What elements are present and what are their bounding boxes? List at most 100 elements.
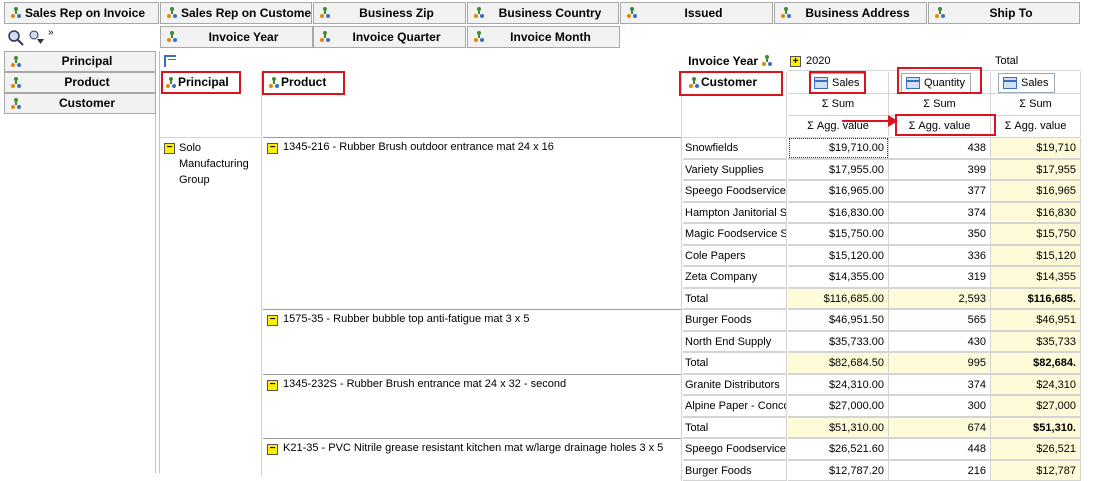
principal-cell: −Solo Manufacturing Group — [160, 137, 262, 477]
quantity-value-cell[interactable]: 377 — [889, 180, 991, 202]
subtotal-sales-cell[interactable]: $82,684.50 — [788, 352, 889, 374]
quantity-value-cell[interactable]: 350 — [889, 223, 991, 245]
subtotal-quantity-cell[interactable]: 674 — [889, 417, 991, 439]
field-icon — [11, 97, 21, 111]
row-header-product[interactable]: Product — [263, 72, 682, 136]
customer-cell[interactable]: Variety Supplies — [683, 159, 787, 181]
quantity-value-cell[interactable]: 300 — [889, 395, 991, 417]
grand-total-cell[interactable]: $16,830 — [991, 202, 1081, 224]
row-field-button[interactable]: Principal — [4, 51, 156, 72]
filter-field-button[interactable]: Business Address — [774, 2, 927, 24]
column-field-header-invoice-year[interactable]: Invoice Year — [660, 52, 786, 71]
grand-total-cell[interactable]: $15,750 — [991, 223, 1081, 245]
measure-button[interactable]: Sales — [998, 73, 1055, 93]
collapse-minus-icon[interactable]: − — [164, 143, 175, 154]
sales-value-cell[interactable]: $17,955.00 — [788, 159, 889, 181]
filter-field-button[interactable]: Ship To — [928, 2, 1080, 24]
subtotal-quantity-cell[interactable]: 2,593 — [889, 288, 991, 310]
grand-total-cell[interactable]: $46,951 — [991, 309, 1081, 331]
field-chooser-icon[interactable] — [28, 29, 46, 47]
sales-value-cell[interactable]: $14,355.00 — [788, 266, 889, 288]
customer-cell[interactable]: Burger Foods — [683, 460, 787, 481]
customer-cell[interactable]: Hampton Janitorial S — [683, 202, 787, 224]
grid-corner-icon — [164, 55, 176, 67]
grand-total-cell[interactable]: $12,787 — [991, 460, 1081, 481]
sales-value-cell[interactable]: $16,830.00 — [788, 202, 889, 224]
customer-cell[interactable]: Speego Foodservice — [683, 438, 787, 460]
subtotal-quantity-cell[interactable]: 995 — [889, 352, 991, 374]
grand-total-cell[interactable]: $35,733 — [991, 331, 1081, 353]
product-name: 1345-232S - Rubber Brush entrance mat 24… — [283, 378, 566, 390]
grand-total-cell[interactable]: $26,521 — [991, 438, 1081, 460]
subtotal-grand-cell[interactable]: $51,310. — [991, 417, 1081, 439]
collapse-minus-icon[interactable]: − — [267, 315, 278, 326]
column-field-button[interactable]: Invoice Month — [467, 26, 620, 48]
customer-cell[interactable]: Magic Foodservice S — [683, 223, 787, 245]
aggregate-sum-label: Σ Sum — [991, 93, 1080, 114]
customer-cell[interactable]: Cole Papers — [683, 245, 787, 267]
subtotal-grand-cell[interactable]: $82,684. — [991, 352, 1081, 374]
quantity-value-cell[interactable]: 374 — [889, 374, 991, 396]
expand-chevron-icon[interactable]: » — [48, 27, 54, 38]
table-icon — [814, 77, 828, 89]
row-field-button[interactable]: Customer — [4, 93, 156, 114]
grand-total-cell[interactable]: $14,355 — [991, 266, 1081, 288]
principal-header-label: Principal — [178, 75, 229, 89]
sales-value-cell[interactable]: $46,951.50 — [788, 309, 889, 331]
customer-cell[interactable]: Zeta Company — [683, 266, 787, 288]
filter-field-button[interactable]: Sales Rep on Invoice — [4, 2, 159, 24]
sales-value-cell[interactable]: $35,733.00 — [788, 331, 889, 353]
quantity-value-cell[interactable]: 448 — [889, 438, 991, 460]
grand-total-cell[interactable]: $24,310 — [991, 374, 1081, 396]
sales-value-cell[interactable]: $27,000.00 — [788, 395, 889, 417]
sales-value-cell[interactable]: $16,965.00 — [788, 180, 889, 202]
sales-value-cell[interactable]: $15,120.00 — [788, 245, 889, 267]
quantity-value-cell[interactable]: 399 — [889, 159, 991, 181]
zoom-icon[interactable] — [7, 29, 25, 47]
sales-value-cell[interactable]: $19,710.00 — [788, 137, 889, 159]
quantity-value-cell[interactable]: 430 — [889, 331, 991, 353]
row-header-customer[interactable]: Customer — [683, 72, 787, 136]
quantity-value-cell[interactable]: 216 — [889, 460, 991, 481]
collapse-minus-icon[interactable]: − — [267, 380, 278, 391]
customer-cell[interactable]: Speego Foodservice — [683, 180, 787, 202]
grand-total-cell[interactable]: $27,000 — [991, 395, 1081, 417]
quantity-value-cell[interactable]: 438 — [889, 137, 991, 159]
year-label: 2020 — [806, 52, 830, 71]
quantity-value-cell[interactable]: 336 — [889, 245, 991, 267]
row-header-principal[interactable]: Principal — [160, 72, 262, 136]
grand-total-cell[interactable]: $16,965 — [991, 180, 1081, 202]
grand-total-cell[interactable]: $19,710 — [991, 137, 1081, 159]
filter-field-button[interactable]: Business Zip — [313, 2, 466, 24]
sales-value-cell[interactable]: $12,787.20 — [788, 460, 889, 481]
subtotal-grand-cell[interactable]: $116,685. — [991, 288, 1081, 310]
customer-header-label: Customer — [701, 75, 757, 89]
customer-cell[interactable]: Granite Distributors — [683, 374, 787, 396]
subtotal-sales-cell[interactable]: $51,310.00 — [788, 417, 889, 439]
measure-button[interactable]: Sales — [809, 73, 866, 93]
collapse-minus-icon[interactable]: − — [267, 143, 278, 154]
grand-total-cell[interactable]: $17,955 — [991, 159, 1081, 181]
customer-cell[interactable]: North End Supply — [683, 331, 787, 353]
column-field-button[interactable]: Invoice Quarter — [313, 26, 466, 48]
quantity-value-cell[interactable]: 374 — [889, 202, 991, 224]
customer-cell[interactable]: Alpine Paper - Conco — [683, 395, 787, 417]
subtotal-sales-cell[interactable]: $116,685.00 — [788, 288, 889, 310]
grand-total-cell[interactable]: $15,120 — [991, 245, 1081, 267]
sales-value-cell[interactable]: $24,310.00 — [788, 374, 889, 396]
sales-value-cell[interactable]: $26,521.60 — [788, 438, 889, 460]
expand-plus-icon[interactable]: + — [790, 56, 801, 67]
measure-button[interactable]: Quantity — [901, 73, 971, 93]
filter-field-button[interactable]: Sales Rep on Customer — [160, 2, 312, 24]
customer-cell[interactable]: Snowfields — [683, 137, 787, 159]
year-2020-header[interactable]: + 2020 — [788, 52, 990, 71]
filter-field-button[interactable]: Business Country — [467, 2, 619, 24]
filter-field-button[interactable]: Issued — [620, 2, 773, 24]
sales-value-cell[interactable]: $15,750.00 — [788, 223, 889, 245]
column-field-button[interactable]: Invoice Year — [160, 26, 313, 48]
quantity-value-cell[interactable]: 565 — [889, 309, 991, 331]
quantity-value-cell[interactable]: 319 — [889, 266, 991, 288]
row-field-button[interactable]: Product — [4, 72, 156, 93]
customer-cell[interactable]: Burger Foods — [683, 309, 787, 331]
collapse-minus-icon[interactable]: − — [267, 444, 278, 455]
